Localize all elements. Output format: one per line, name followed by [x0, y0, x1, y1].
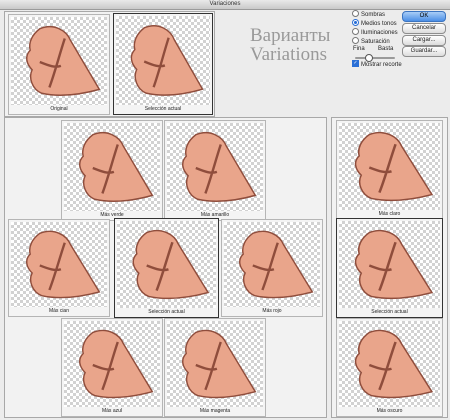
- caption-line2: Variations: [250, 44, 328, 65]
- load-button[interactable]: Cargar...: [402, 35, 446, 46]
- face-illustration: [79, 131, 154, 203]
- radio-shadows-button[interactable]: [352, 10, 359, 17]
- thumbnail-label: Más magenta: [199, 408, 231, 414]
- thumbnail-label: Selección actual: [144, 106, 182, 112]
- thumbnail-label: Original: [50, 106, 68, 112]
- thumbnail-label: Más oscuro: [376, 408, 403, 414]
- thumbnail-canvas: [11, 17, 107, 105]
- thumbnail-canvas: [11, 222, 107, 307]
- radio-highlights[interactable]: Iluminaciones: [352, 28, 398, 37]
- thumbnail-canvas: [116, 16, 210, 105]
- variation-more-yellow[interactable]: Más amarillo: [164, 120, 266, 221]
- face-illustration: [182, 131, 257, 203]
- thumbnail-label: Más azul: [101, 408, 122, 414]
- show-clipping-checkbox[interactable]: ✓ Mostrar recorte: [352, 60, 402, 69]
- face-illustration: [79, 329, 154, 399]
- face-illustration: [354, 229, 434, 300]
- thumbnail-canvas: [339, 321, 440, 407]
- thumbnail-label: Más rojo: [262, 308, 282, 314]
- variation-more-green[interactable]: Más verde: [61, 120, 163, 221]
- face-illustration: [26, 230, 101, 299]
- coarse-label: Basta: [378, 46, 394, 52]
- thumbnail-canvas: [117, 221, 216, 308]
- variation-current-pick: Selección actual: [114, 218, 219, 318]
- brightness-current-pick: Selección actual: [336, 218, 443, 318]
- clipping-label: Mostrar recorte: [361, 62, 402, 69]
- current-pick-thumbnail: Selección actual: [113, 13, 213, 115]
- original-thumbnail: Original: [8, 14, 110, 115]
- thumbnail-canvas: [167, 123, 263, 211]
- variation-more-red[interactable]: Más rojo: [221, 219, 323, 317]
- fine-label: Fina: [353, 46, 365, 52]
- checkbox-check-icon[interactable]: ✓: [352, 60, 359, 67]
- thumbnail-label: Selección actual: [148, 309, 185, 315]
- radio-saturation[interactable]: Saturación: [352, 37, 390, 46]
- variation-darker[interactable]: Más oscuro: [336, 318, 443, 417]
- variation-lighter[interactable]: Más claro: [336, 120, 443, 220]
- face-illustration: [132, 229, 210, 300]
- window-titlebar: Variaciones: [0, 0, 450, 10]
- radio-saturation-button[interactable]: [352, 37, 359, 44]
- thumbnail-canvas: [339, 221, 440, 308]
- variation-more-cyan[interactable]: Más cian: [8, 219, 110, 317]
- face-illustration: [130, 25, 204, 96]
- thumbnail-canvas: [224, 222, 320, 307]
- radio-shadows[interactable]: Sombras: [352, 10, 386, 19]
- ok-button[interactable]: OK: [402, 11, 446, 22]
- variation-more-magenta[interactable]: Más magenta: [164, 318, 266, 417]
- face-illustration: [182, 329, 257, 399]
- radio-midtones[interactable]: Medios tonos: [352, 19, 397, 28]
- face-illustration: [354, 131, 434, 202]
- window-title: Variaciones: [209, 1, 241, 7]
- radio-label: Sombras: [361, 12, 386, 19]
- radio-midtones-button[interactable]: [352, 19, 359, 26]
- radio-label: Medios tonos: [361, 21, 397, 28]
- thumbnail-canvas: [64, 123, 160, 211]
- variation-more-blue[interactable]: Más azul: [61, 318, 163, 417]
- face-illustration: [26, 25, 101, 97]
- thumbnail-canvas: [167, 321, 263, 407]
- caption-line1: Варианты: [250, 25, 331, 46]
- thumbnail-canvas: [339, 123, 440, 210]
- radio-label: Iluminaciones: [361, 30, 398, 37]
- save-button[interactable]: Guardar...: [402, 46, 446, 57]
- cancel-button[interactable]: Cancelar: [402, 23, 446, 34]
- thumbnail-label: Más cian: [48, 308, 69, 314]
- radio-label: Saturación: [361, 39, 390, 46]
- thumbnail-label: Selección actual: [371, 309, 408, 315]
- radio-highlights-button[interactable]: [352, 28, 359, 35]
- face-illustration: [354, 329, 434, 399]
- face-illustration: [239, 230, 314, 299]
- thumbnail-canvas: [64, 321, 160, 407]
- fine-coarse-slider[interactable]: [355, 54, 395, 62]
